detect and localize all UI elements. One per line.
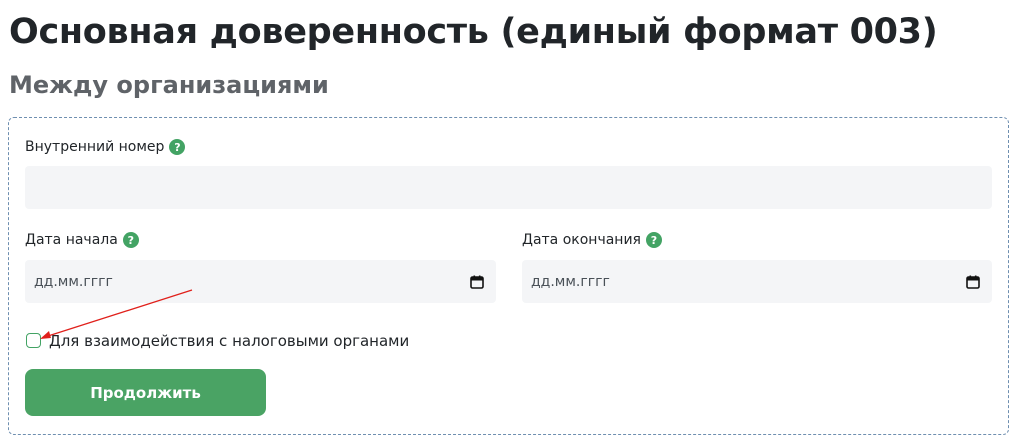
- tax-authorities-checkbox-label[interactable]: Для взаимодействия с налоговыми органами: [49, 332, 409, 350]
- start-date-placeholder: дд.мм.гггг: [34, 273, 113, 290]
- end-date-label: Дата окончания ?: [522, 232, 662, 248]
- help-icon[interactable]: ?: [122, 232, 139, 248]
- calendar-icon[interactable]: [966, 275, 980, 289]
- calendar-icon[interactable]: [470, 275, 484, 289]
- internal-number-input[interactable]: [25, 166, 992, 209]
- tax-authorities-checkbox[interactable]: [26, 333, 41, 348]
- page-title: Основная доверенность (единый формат 003…: [9, 12, 938, 52]
- end-date-placeholder: дд.мм.гггг: [531, 273, 610, 290]
- help-icon[interactable]: ?: [645, 232, 662, 248]
- end-date-input[interactable]: дд.мм.гггг: [522, 260, 992, 303]
- end-date-label-text: Дата окончания: [522, 232, 641, 248]
- start-date-label-text: Дата начала: [25, 232, 118, 248]
- internal-number-label: Внутренний номер ?: [25, 139, 186, 155]
- continue-button[interactable]: Продолжить: [25, 369, 266, 416]
- start-date-label: Дата начала ?: [25, 232, 139, 248]
- internal-number-label-text: Внутренний номер: [25, 139, 165, 155]
- page-subtitle: Между организациями: [9, 71, 329, 99]
- start-date-input[interactable]: дд.мм.гггг: [25, 260, 496, 303]
- help-icon[interactable]: ?: [169, 139, 186, 155]
